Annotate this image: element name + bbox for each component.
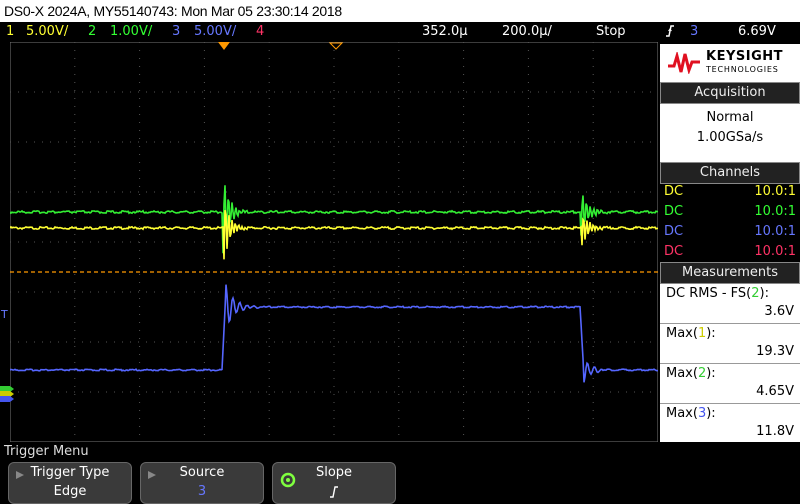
ch3-scale[interactable]: 5.00V/ xyxy=(194,22,236,42)
measurements-header[interactable]: Measurements xyxy=(660,262,800,284)
ch2-scale[interactable]: 1.00V/ xyxy=(110,22,152,42)
measurement-value: 19.3V xyxy=(756,344,794,359)
measurement-label: DC RMS - FS(2): xyxy=(666,286,769,301)
status-bar: 1 5.00V/ 2 1.00V/ 3 5.00V/ 4 352.0µ 200.… xyxy=(0,22,800,42)
softkey-label: Source xyxy=(179,465,225,480)
trigger-delay[interactable]: 352.0µ xyxy=(422,22,468,42)
softkey-label: Slope xyxy=(315,465,353,480)
waveform-display[interactable] xyxy=(10,42,658,442)
measurement-label: Max(2): xyxy=(666,366,716,381)
brand-logo: KEYSIGHT TECHNOLOGIES xyxy=(660,44,800,82)
ch3-number[interactable]: 3 xyxy=(172,22,180,42)
channel-coupling: DC xyxy=(664,184,684,199)
run-state[interactable]: Stop xyxy=(596,22,626,42)
window-title-bar: DS0-X 2024A, MY55140743: Mon Mar 05 23:3… xyxy=(0,0,800,22)
brand-sub: TECHNOLOGIES xyxy=(706,65,779,74)
measurement-separator xyxy=(660,363,800,364)
ch1-scale[interactable]: 5.00V/ xyxy=(26,22,68,42)
softkey-value xyxy=(273,484,395,504)
source-softkey[interactable]: Source 3 xyxy=(140,462,264,504)
channel-probe-ratio: 10.0:1 xyxy=(754,244,796,259)
window-title: DS0-X 2024A, MY55140743: Mon Mar 05 23:3… xyxy=(4,3,342,19)
ch4-number[interactable]: 4 xyxy=(256,22,264,42)
timebase-scale[interactable]: 200.0µ/ xyxy=(502,22,552,42)
keysight-wave-icon xyxy=(668,52,700,74)
brand-name: KEYSIGHT xyxy=(706,49,783,64)
acquisition-header[interactable]: Acquisition xyxy=(660,82,800,104)
measurement-value: 3.6V xyxy=(764,304,794,319)
side-panel: KEYSIGHT TECHNOLOGIES Acquisition Normal… xyxy=(660,42,800,442)
softkey-value: Edge xyxy=(53,484,87,499)
channel-row[interactable]: DC 10.0:1 xyxy=(664,224,796,239)
softkey-value: 3 xyxy=(197,484,207,499)
ch2-number[interactable]: 2 xyxy=(88,22,96,42)
rising-edge-icon xyxy=(330,486,338,498)
trigger-type-softkey[interactable]: Trigger Type Edge xyxy=(8,462,132,504)
channel-probe-ratio: 10.0:1 xyxy=(754,204,796,219)
ground-markers-icon[interactable] xyxy=(0,383,14,403)
acquisition-rate: 1.00GSa/s xyxy=(696,130,764,145)
ch1-number[interactable]: 1 xyxy=(6,22,14,42)
channels-header[interactable]: Channels xyxy=(660,162,800,184)
measurement-value: 4.65V xyxy=(756,384,794,399)
channel-coupling: DC xyxy=(664,244,684,259)
channels-list[interactable]: DC 10.0:1 DC 10.0:1 DC 10.0:1 DC 10.0:1 xyxy=(660,184,800,264)
menu-title: Trigger Menu xyxy=(4,444,89,459)
acquisition-box[interactable]: Normal 1.00GSa/s xyxy=(660,104,800,162)
measurement-separator xyxy=(660,403,800,404)
trigger-level[interactable]: 6.69V xyxy=(738,22,776,42)
measurement-label: Max(1): xyxy=(666,326,716,341)
ch3-trigger-marker[interactable]: T xyxy=(1,308,8,321)
measurement-separator xyxy=(660,323,800,324)
channel-coupling: DC xyxy=(664,224,684,239)
softkey-label: Trigger Type xyxy=(30,465,110,480)
channel-coupling: DC xyxy=(664,204,684,219)
trigger-source[interactable]: 3 xyxy=(690,22,698,42)
channel-row[interactable]: DC 10.0:1 xyxy=(664,204,796,219)
channel-probe-ratio: 10.0:1 xyxy=(754,184,796,199)
slope-softkey[interactable]: Slope xyxy=(272,462,396,504)
measurement-value: 11.8V xyxy=(756,424,794,439)
channel-probe-ratio: 10.0:1 xyxy=(754,224,796,239)
channel-row[interactable]: DC 10.0:1 xyxy=(664,184,796,199)
channel-row[interactable]: DC 10.0:1 xyxy=(664,244,796,259)
acquisition-mode: Normal xyxy=(706,110,754,125)
measurement-label: Max(3): xyxy=(666,406,716,421)
measurements-box[interactable]: DC RMS - FS(2): 3.6V Max(1): 19.3V Max(2): 4.… xyxy=(660,284,800,442)
